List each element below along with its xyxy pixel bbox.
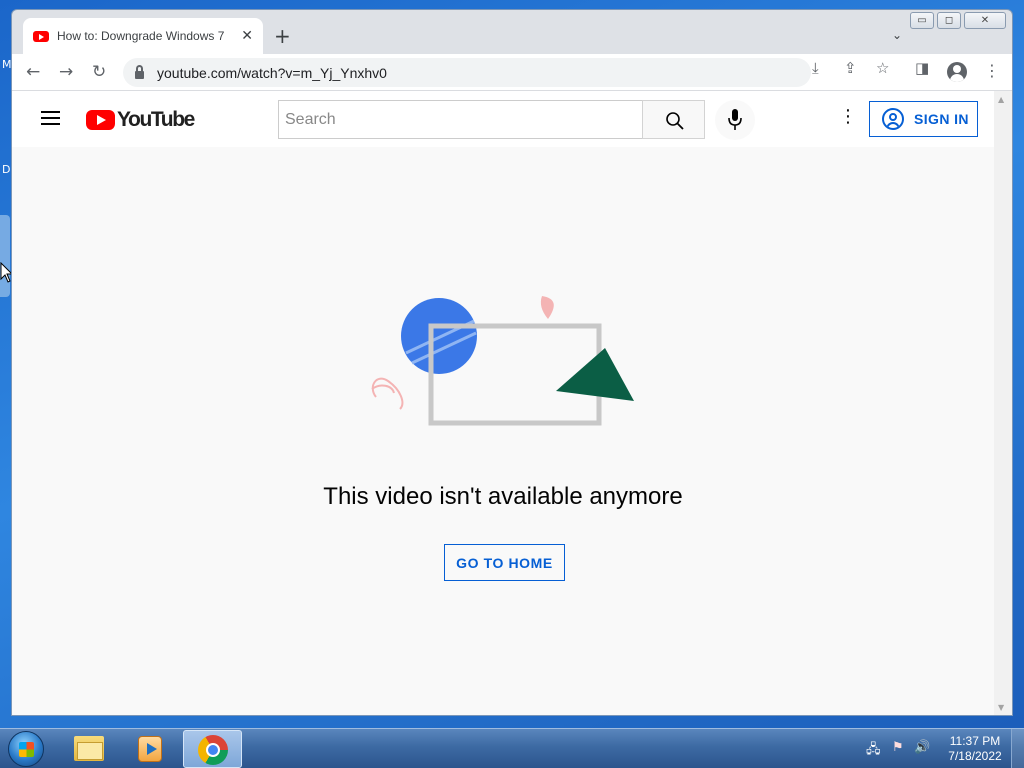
- browser-menu-icon[interactable]: ⋮: [984, 61, 1000, 80]
- web-page: YouTube Search ⋮ SIGN IN This video isn'…: [12, 91, 1012, 715]
- folder-icon: [74, 736, 104, 761]
- youtube-header: YouTube Search ⋮ SIGN IN: [12, 91, 994, 147]
- network-icon[interactable]: 🖧: [866, 740, 882, 757]
- browser-toolbar: ← → ↻ youtube.com/watch?v=m_Yj_Ynxhv0 ⤓ …: [12, 54, 1012, 91]
- microphone-icon: [728, 109, 742, 130]
- youtube-favicon-icon: [33, 30, 49, 42]
- go-to-home-button[interactable]: GO TO HOME: [444, 544, 565, 581]
- search-icon: [666, 112, 684, 130]
- youtube-logo-text: YouTube: [117, 108, 195, 131]
- youtube-play-icon: [86, 110, 115, 130]
- show-desktop-button[interactable]: [1011, 729, 1024, 768]
- voice-search-button[interactable]: [715, 100, 755, 140]
- close-window-button[interactable]: ✕: [964, 12, 1006, 29]
- media-player-icon: [138, 736, 162, 762]
- clock-time: 11:37 PM: [949, 734, 1001, 748]
- video-unavailable-illustration: [371, 296, 634, 426]
- taskbar-media-player-button[interactable]: [120, 730, 179, 768]
- profile-avatar-icon[interactable]: [947, 62, 967, 82]
- hamburger-menu-icon[interactable]: [41, 111, 60, 125]
- search-placeholder: Search: [285, 110, 336, 128]
- scroll-down-arrow-icon[interactable]: ▼: [998, 703, 1004, 712]
- desktop-icon-label: D: [2, 163, 11, 176]
- taskbar-chrome-button[interactable]: [183, 730, 242, 768]
- address-bar[interactable]: youtube.com/watch?v=m_Yj_Ynxhv0: [123, 58, 811, 87]
- action-center-flag-icon[interactable]: ⚑: [892, 740, 908, 756]
- squiggle-shape: [371, 377, 404, 410]
- page-scrollbar[interactable]: [994, 91, 1012, 715]
- install-app-icon[interactable]: ⤓: [812, 59, 819, 77]
- forward-arrow-icon[interactable]: →: [59, 62, 73, 82]
- tab-title: How to: Downgrade Windows 7 |: [57, 29, 227, 43]
- system-clock[interactable]: 11:37 PM 7/18/2022: [940, 734, 1010, 764]
- green-triangle-shape: [556, 348, 634, 401]
- share-icon[interactable]: ⇪: [844, 59, 857, 77]
- desktop-gadget-edge[interactable]: [0, 215, 10, 297]
- tab-search-chevron-icon[interactable]: ⌄: [892, 28, 902, 42]
- clock-date: 7/18/2022: [948, 749, 1002, 763]
- pink-petal-shape: [540, 296, 554, 319]
- chrome-icon: [198, 735, 228, 765]
- search-input[interactable]: Search: [278, 100, 642, 139]
- windows-taskbar: 🖧 ⚑ 🔊 11:37 PM 7/18/2022: [0, 728, 1024, 768]
- side-panel-icon[interactable]: ◨: [915, 59, 929, 77]
- squiggle-shape: [371, 384, 395, 394]
- maximize-button[interactable]: ◻: [937, 12, 961, 29]
- new-tab-button[interactable]: +: [274, 24, 291, 48]
- tab-close-icon[interactable]: ✕: [241, 28, 253, 44]
- go-to-home-label: GO TO HOME: [456, 554, 553, 571]
- volume-icon[interactable]: 🔊: [914, 740, 930, 756]
- reload-icon[interactable]: ↻: [92, 62, 106, 82]
- youtube-logo[interactable]: YouTube: [86, 108, 195, 132]
- browser-tab-active[interactable]: How to: Downgrade Windows 7 | ✕: [23, 18, 263, 54]
- video-unavailable-message: This video isn't available anymore: [323, 483, 683, 510]
- start-button[interactable]: [8, 731, 44, 767]
- settings-more-icon[interactable]: ⋮: [839, 106, 857, 127]
- account-circle-icon: [882, 108, 904, 130]
- bookmark-star-icon[interactable]: ☆: [876, 59, 889, 77]
- back-arrow-icon[interactable]: ←: [26, 62, 40, 82]
- window-controls: ▭ ◻ ✕: [907, 12, 1006, 29]
- sign-in-button[interactable]: SIGN IN: [869, 101, 978, 137]
- search-button[interactable]: [642, 100, 705, 139]
- url-text[interactable]: youtube.com/watch?v=m_Yj_Ynxhv0: [157, 65, 387, 81]
- lock-icon[interactable]: [135, 64, 144, 79]
- scroll-up-arrow-icon[interactable]: ▲: [998, 95, 1004, 104]
- taskbar-explorer-button[interactable]: [60, 730, 119, 768]
- sign-in-label: SIGN IN: [914, 111, 969, 127]
- browser-window: ▭ ◻ ✕ How to: Downgrade Windows 7 | ✕ + …: [11, 9, 1013, 716]
- minimize-button[interactable]: ▭: [910, 12, 934, 29]
